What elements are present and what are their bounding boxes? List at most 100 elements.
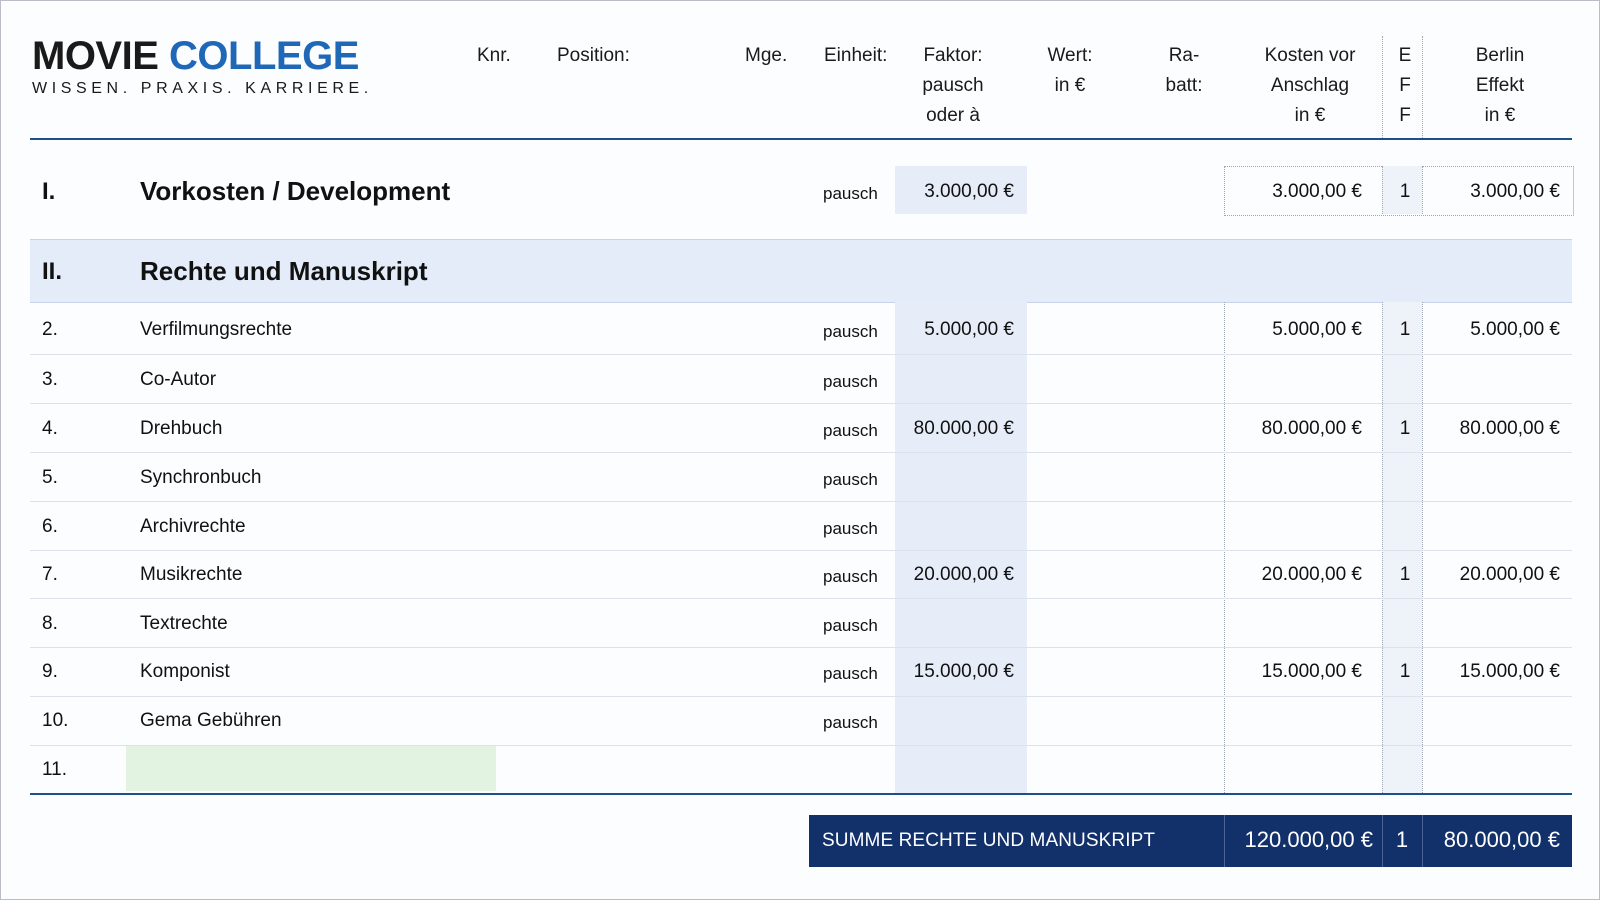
row-unit: pausch [823, 470, 878, 489]
row-position: Co-Autor [140, 369, 217, 390]
header-kosten-line1: Kosten vor [1264, 45, 1356, 66]
row-position: Verfilmungsrechte [140, 319, 293, 340]
section1-berlin: 3.000,00 € [1470, 181, 1560, 202]
row-number: 5. [42, 467, 58, 488]
section2-title: Rechte und Manuskript [140, 256, 428, 286]
row-unit: pausch [823, 616, 878, 635]
header-rule [30, 138, 1572, 140]
section1-number: I. [42, 178, 56, 205]
summary-divider [1422, 815, 1423, 867]
row-number: 2. [42, 319, 58, 340]
row-divider [30, 696, 1572, 697]
eff-column [1382, 302, 1422, 793]
row-unit: pausch [823, 567, 878, 586]
header-position: Position: [557, 45, 630, 66]
row-divider [30, 452, 1572, 453]
row-faktor[interactable]: 20.000,00 € [914, 563, 1014, 587]
summary-divider [1224, 815, 1225, 867]
row-eff: 1 [1399, 661, 1411, 682]
row-divider [30, 647, 1572, 648]
summary-divider [1382, 815, 1383, 867]
divider-kosten-left [1224, 302, 1225, 793]
row-unit: pausch [823, 372, 878, 391]
row-eff: 1 [1399, 564, 1411, 585]
section1-divider-a [1382, 166, 1383, 214]
row-position: Archivrechte [140, 516, 246, 537]
movie-college-logo: MOVIE COLLEGE WISSEN. PRAXIS. KARRIERE. [32, 34, 373, 98]
header-kosten: Kosten vor Anschlag in € [1242, 41, 1378, 131]
header-divider-eff-right [1422, 36, 1423, 138]
row-number: 8. [42, 613, 58, 634]
header-berlin-line2: Effekt [1475, 75, 1525, 96]
row-kosten: 80.000,00 € [1261, 418, 1362, 439]
header-faktor-line2: pausch [922, 75, 984, 96]
row-faktor[interactable]: 15.000,00 € [914, 660, 1014, 684]
header-wert: Wert: in € [1020, 41, 1120, 101]
row-berlin: 5.000,00 € [1470, 319, 1560, 340]
row-number: 3. [42, 369, 58, 390]
row-position: Drehbuch [140, 418, 223, 439]
row-unit: pausch [823, 519, 878, 538]
row-number: 11. [42, 759, 68, 780]
row-divider [30, 403, 1572, 404]
header-eff: E F F [1392, 41, 1418, 131]
row-divider [30, 745, 1572, 746]
header-eff-line1: E [1398, 45, 1412, 66]
header-kosten-line2: Anschlag [1270, 75, 1350, 96]
row-11-position-input[interactable] [126, 746, 496, 791]
header-eff-line2: F [1399, 75, 1411, 96]
row-position: Gema Gebühren [140, 710, 282, 731]
row-divider [30, 354, 1572, 355]
row-divider [30, 598, 1572, 599]
summary-eff: 1 [1395, 827, 1409, 852]
divider-eff-left [1382, 302, 1383, 793]
logo-tagline: WISSEN. PRAXIS. KARRIERE. [32, 80, 373, 97]
row-number: 10. [42, 710, 69, 731]
header-einheit: Einheit: [824, 45, 888, 66]
logo-part-college: COLLEGE [169, 34, 359, 78]
row-eff: 1 [1399, 418, 1411, 439]
row-faktor[interactable]: 80.000,00 € [914, 417, 1014, 441]
row-number: 6. [42, 516, 58, 537]
section1-unit: pausch [823, 184, 878, 203]
summary-berlin: 80.000,00 € [1443, 827, 1560, 852]
table-bottom-rule [30, 793, 1572, 795]
row-kosten: 5.000,00 € [1272, 319, 1362, 340]
row-number: 9. [42, 661, 58, 682]
header-berlin-line1: Berlin [1475, 45, 1525, 66]
header-faktor: Faktor: pausch oder à [897, 41, 1009, 131]
row-berlin: 80.000,00 € [1459, 418, 1560, 439]
header-faktor-line3: oder à [926, 105, 980, 126]
summary-label: SUMME RECHTE UND MANUSKRIPT [822, 830, 1156, 851]
header-mge: Mge. [745, 45, 788, 66]
section2-number: II. [42, 258, 63, 285]
section1-divider-b [1422, 166, 1423, 214]
row-divider [30, 550, 1572, 551]
header-rabatt-line2: batt: [1165, 75, 1203, 96]
summary-bar: SUMME RECHTE UND MANUSKRIPT 120.000,00 €… [809, 815, 1572, 867]
header-rabatt-line1: Ra- [1168, 45, 1200, 66]
section1-kosten: 3.000,00 € [1272, 181, 1362, 202]
row-number: 4. [42, 418, 58, 439]
header-eff-line3: F [1399, 105, 1411, 126]
logo-wordmark: MOVIE COLLEGE [32, 34, 373, 78]
row-unit: pausch [823, 322, 878, 341]
row-faktor[interactable]: 5.000,00 € [924, 318, 1014, 342]
header-faktor-line1: Faktor: [923, 45, 983, 66]
header-wert-line2: in € [1054, 75, 1086, 96]
row-unit: pausch [823, 664, 878, 683]
row-divider [30, 501, 1572, 502]
row-berlin: 15.000,00 € [1459, 661, 1560, 682]
row-kosten: 15.000,00 € [1261, 661, 1362, 682]
section1-eff: 1 [1399, 181, 1411, 202]
row-kosten: 20.000,00 € [1261, 564, 1362, 585]
section1-faktor: 3.000,00 € [924, 181, 1014, 202]
row-position: Musikrechte [140, 564, 243, 585]
header-wert-line1: Wert: [1047, 45, 1093, 66]
faktor-input-column [895, 302, 1027, 793]
header-berlin: Berlin Effekt in € [1440, 41, 1560, 131]
section1-title: Vorkosten / Development [140, 176, 451, 206]
header-berlin-line3: in € [1484, 105, 1516, 126]
header-rabatt: Ra- batt: [1140, 41, 1228, 101]
row-unit: pausch [823, 421, 878, 440]
